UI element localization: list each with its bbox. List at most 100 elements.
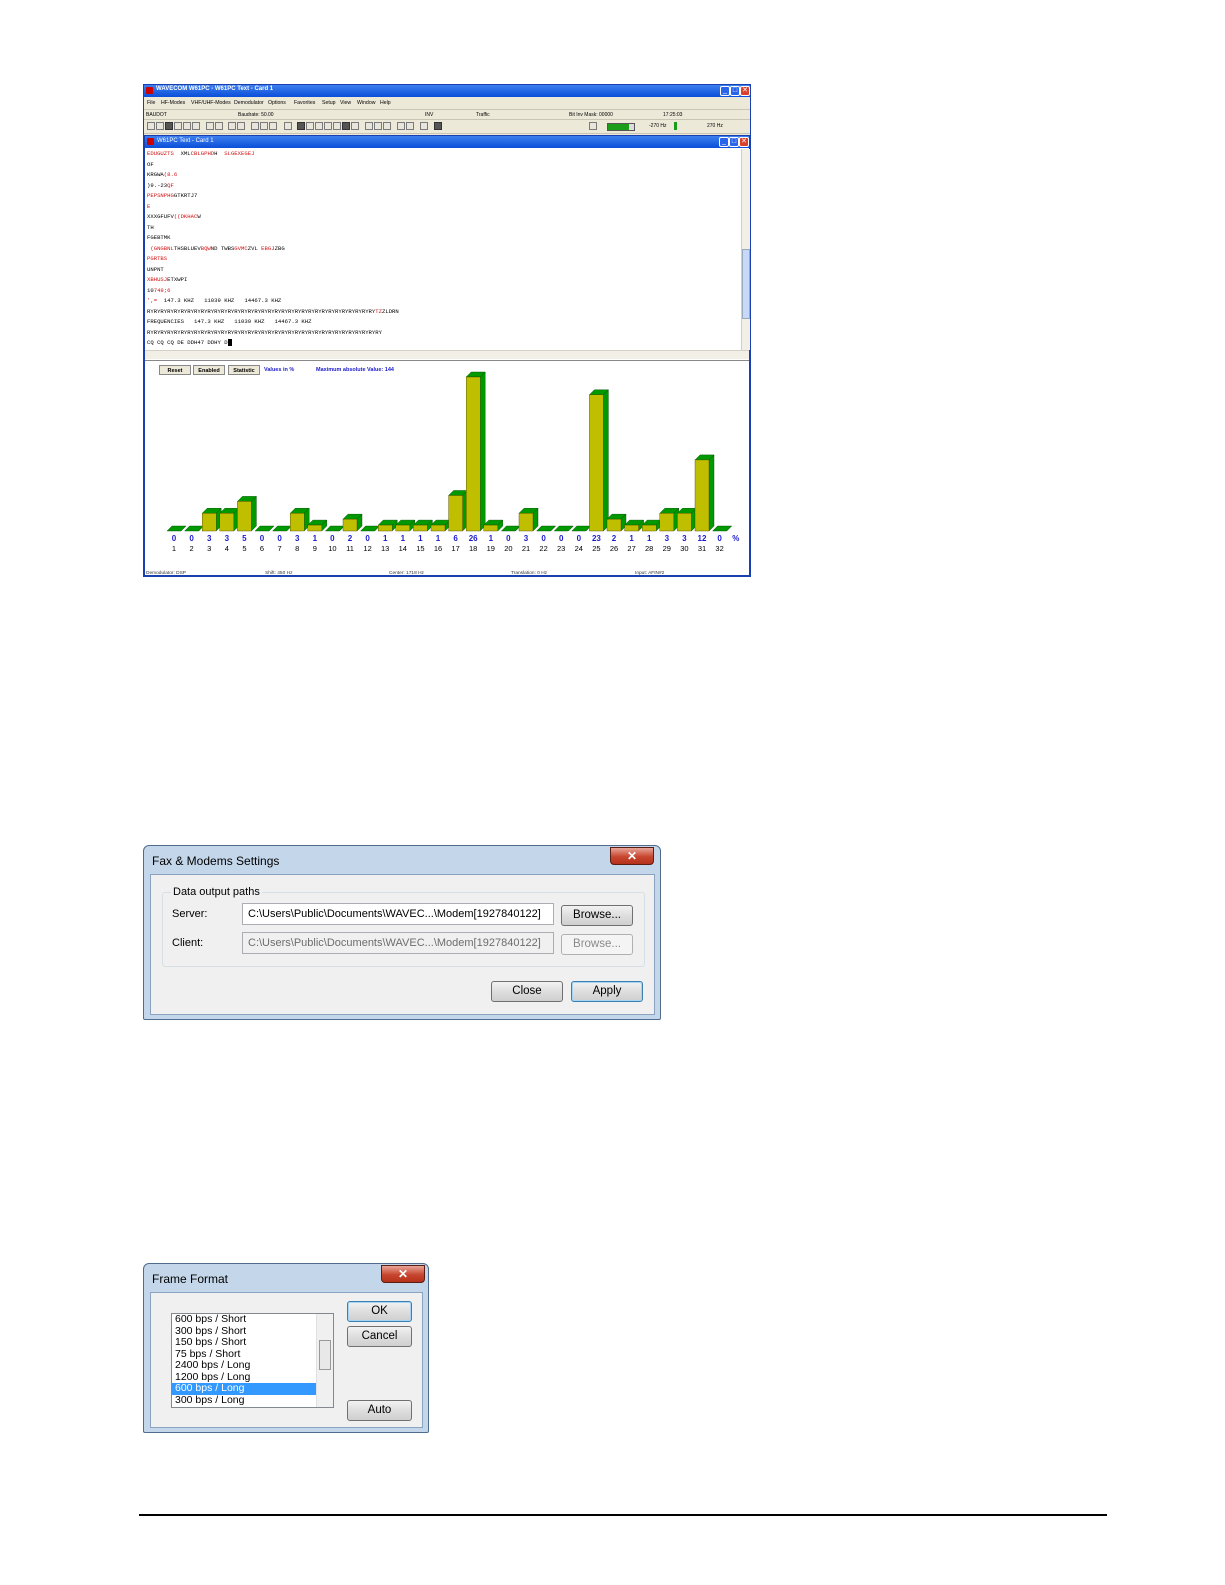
scope-icon[interactable] bbox=[306, 122, 314, 130]
save-icon[interactable] bbox=[165, 122, 173, 130]
frame-format-dialog: Frame Format ✕ 600 bps / Short 300 bps / … bbox=[143, 1263, 429, 1433]
frame-format-item[interactable]: 150 bps / Short bbox=[172, 1336, 317, 1349]
replace-icon[interactable] bbox=[215, 122, 223, 130]
bar-side bbox=[603, 389, 609, 532]
child-maximize-icon[interactable]: □ bbox=[729, 137, 739, 147]
demodulator-status: Demodulator: DSP bbox=[146, 571, 186, 576]
category-label: 25 bbox=[592, 544, 600, 553]
find-icon[interactable] bbox=[206, 122, 214, 130]
frame-format-item[interactable]: 600 bps / Short bbox=[172, 1314, 317, 1326]
tune-icon[interactable] bbox=[397, 122, 405, 130]
arrow-left-icon[interactable] bbox=[251, 122, 259, 130]
text-segment: BQW bbox=[200, 244, 211, 252]
category-label: 4 bbox=[225, 544, 229, 553]
text-line: )9.-23QF bbox=[145, 181, 740, 192]
menu-window[interactable]: Window bbox=[357, 100, 375, 106]
new-icon[interactable] bbox=[147, 122, 155, 130]
cursor-icon[interactable] bbox=[365, 122, 373, 130]
fax-close-icon[interactable]: ✕ bbox=[610, 847, 654, 865]
close-button[interactable]: Close bbox=[491, 981, 563, 1002]
tool-icon[interactable] bbox=[228, 122, 236, 130]
menu-hf-modes[interactable]: HF-Modes bbox=[161, 100, 185, 106]
maximize-icon[interactable]: □ bbox=[730, 86, 740, 96]
sonagram-icon[interactable] bbox=[333, 122, 341, 130]
ok-button[interactable]: OK bbox=[347, 1301, 412, 1322]
statistic-panel: Reset Enabled Statistic Values in % Maxi… bbox=[145, 360, 749, 574]
bar-value-label: 0 bbox=[541, 534, 546, 543]
auto-button[interactable]: Auto bbox=[347, 1400, 412, 1421]
server-path-field[interactable]: C:\Users\Public\Documents\WAVEC...\Modem… bbox=[242, 903, 554, 925]
menu-help[interactable]: Help bbox=[380, 100, 391, 106]
arrow-down-icon[interactable] bbox=[260, 122, 268, 130]
text-line: CQ CQ CQ DE DDH47 DDHY D bbox=[145, 338, 740, 349]
list-scroll-thumb[interactable] bbox=[319, 1340, 331, 1370]
monitor-icon[interactable] bbox=[297, 122, 305, 130]
scroll-thumb[interactable] bbox=[742, 249, 750, 319]
frame-format-item[interactable]: 300 bps / Long bbox=[172, 1394, 317, 1407]
menu-file[interactable]: File bbox=[147, 100, 155, 106]
frame-format-item[interactable]: 2400 bps / Long bbox=[172, 1359, 317, 1372]
vertical-scrollbar[interactable] bbox=[741, 149, 750, 350]
calc-icon[interactable] bbox=[284, 122, 292, 130]
text-segment: EDUGUZTS bbox=[147, 150, 174, 157]
child-window-title: W61PC Text - Card 1 bbox=[157, 138, 214, 144]
phase-icon[interactable] bbox=[420, 122, 428, 130]
filter-icon[interactable] bbox=[406, 122, 414, 130]
paste-icon[interactable] bbox=[183, 122, 191, 130]
category-label: 16 bbox=[434, 544, 442, 553]
tune-arrow-icon[interactable] bbox=[589, 122, 597, 130]
bar-value-label: 6 bbox=[453, 534, 458, 543]
frame-format-item[interactable]: 600 bps / Long bbox=[172, 1382, 317, 1395]
menu-setup[interactable]: Setup bbox=[322, 100, 336, 106]
open-icon[interactable] bbox=[156, 122, 164, 130]
bar-value-label: 1 bbox=[401, 534, 406, 543]
category-label: 6 bbox=[260, 544, 264, 553]
text-segment: XXXGFUFV bbox=[147, 213, 174, 220]
pause-icon[interactable] bbox=[434, 122, 442, 130]
decoded-text-area[interactable]: EDUGUZTS XMLCBLGPHDH SLGEXEGEJ OF KRGWA(8.… bbox=[145, 149, 740, 350]
cancel-button[interactable]: Cancel bbox=[347, 1326, 412, 1347]
bit-statistic-chart: 0102333455060738190102110121131141151166… bbox=[166, 371, 739, 553]
print-icon[interactable] bbox=[192, 122, 200, 130]
help-icon[interactable] bbox=[237, 122, 245, 130]
menu-options[interactable]: Options bbox=[268, 100, 286, 106]
measure-icon[interactable] bbox=[383, 122, 391, 130]
text-segment: )9.-23 bbox=[147, 181, 168, 189]
frame-dialog-title: Frame Format bbox=[152, 1272, 229, 1286]
text-segment: (8.6 bbox=[163, 171, 178, 178]
minimize-icon[interactable]: _ bbox=[720, 86, 730, 96]
menu-view[interactable]: View bbox=[340, 100, 351, 106]
level-meter bbox=[607, 123, 635, 131]
bar-top bbox=[184, 525, 205, 532]
text-segment: ((DKHAC bbox=[173, 213, 198, 220]
menu-vhf-uhf-modes[interactable]: VHF/UHF-Modes bbox=[191, 100, 231, 106]
menu-favorites[interactable]: Favorites bbox=[294, 100, 315, 106]
text-segment: XML bbox=[173, 150, 191, 157]
spectrum-icon[interactable] bbox=[315, 122, 323, 130]
bar-top bbox=[553, 525, 574, 532]
child-minimize-icon[interactable]: _ bbox=[719, 137, 729, 147]
menu-demodulator[interactable]: Demodulator bbox=[234, 100, 264, 106]
bar bbox=[237, 501, 252, 532]
bar-value-label: 3 bbox=[682, 534, 687, 543]
frame-close-icon[interactable]: ✕ bbox=[381, 1265, 425, 1283]
page-footer-rule bbox=[139, 1514, 1107, 1516]
zoom-icon[interactable] bbox=[351, 122, 359, 130]
child-title-bar[interactable]: W61PC Text - Card 1 _ □ ✕ bbox=[145, 136, 749, 148]
list-scrollbar[interactable] bbox=[316, 1314, 333, 1407]
apply-button[interactable]: Apply bbox=[571, 981, 643, 1002]
frame-format-list[interactable]: 600 bps / Short 300 bps / Short 150 bps / … bbox=[171, 1313, 334, 1408]
transfer-icon[interactable] bbox=[374, 122, 382, 130]
horizontal-scrollbar[interactable] bbox=[145, 350, 749, 359]
close-icon[interactable]: ✕ bbox=[740, 86, 750, 96]
category-label: 3 bbox=[207, 544, 211, 553]
text-segment: ZBG bbox=[274, 244, 285, 252]
server-browse-button[interactable]: Browse... bbox=[561, 905, 633, 926]
waterfall-icon[interactable] bbox=[324, 122, 332, 130]
child-close-icon[interactable]: ✕ bbox=[739, 137, 749, 147]
record-icon[interactable] bbox=[342, 122, 350, 130]
title-bar[interactable]: WAVECOM W61PC - W61PC Text - Card 1 _ □ … bbox=[144, 85, 750, 97]
copy-icon[interactable] bbox=[174, 122, 182, 130]
tuning-marker[interactable] bbox=[674, 122, 677, 130]
arrow-right-icon[interactable] bbox=[269, 122, 277, 130]
